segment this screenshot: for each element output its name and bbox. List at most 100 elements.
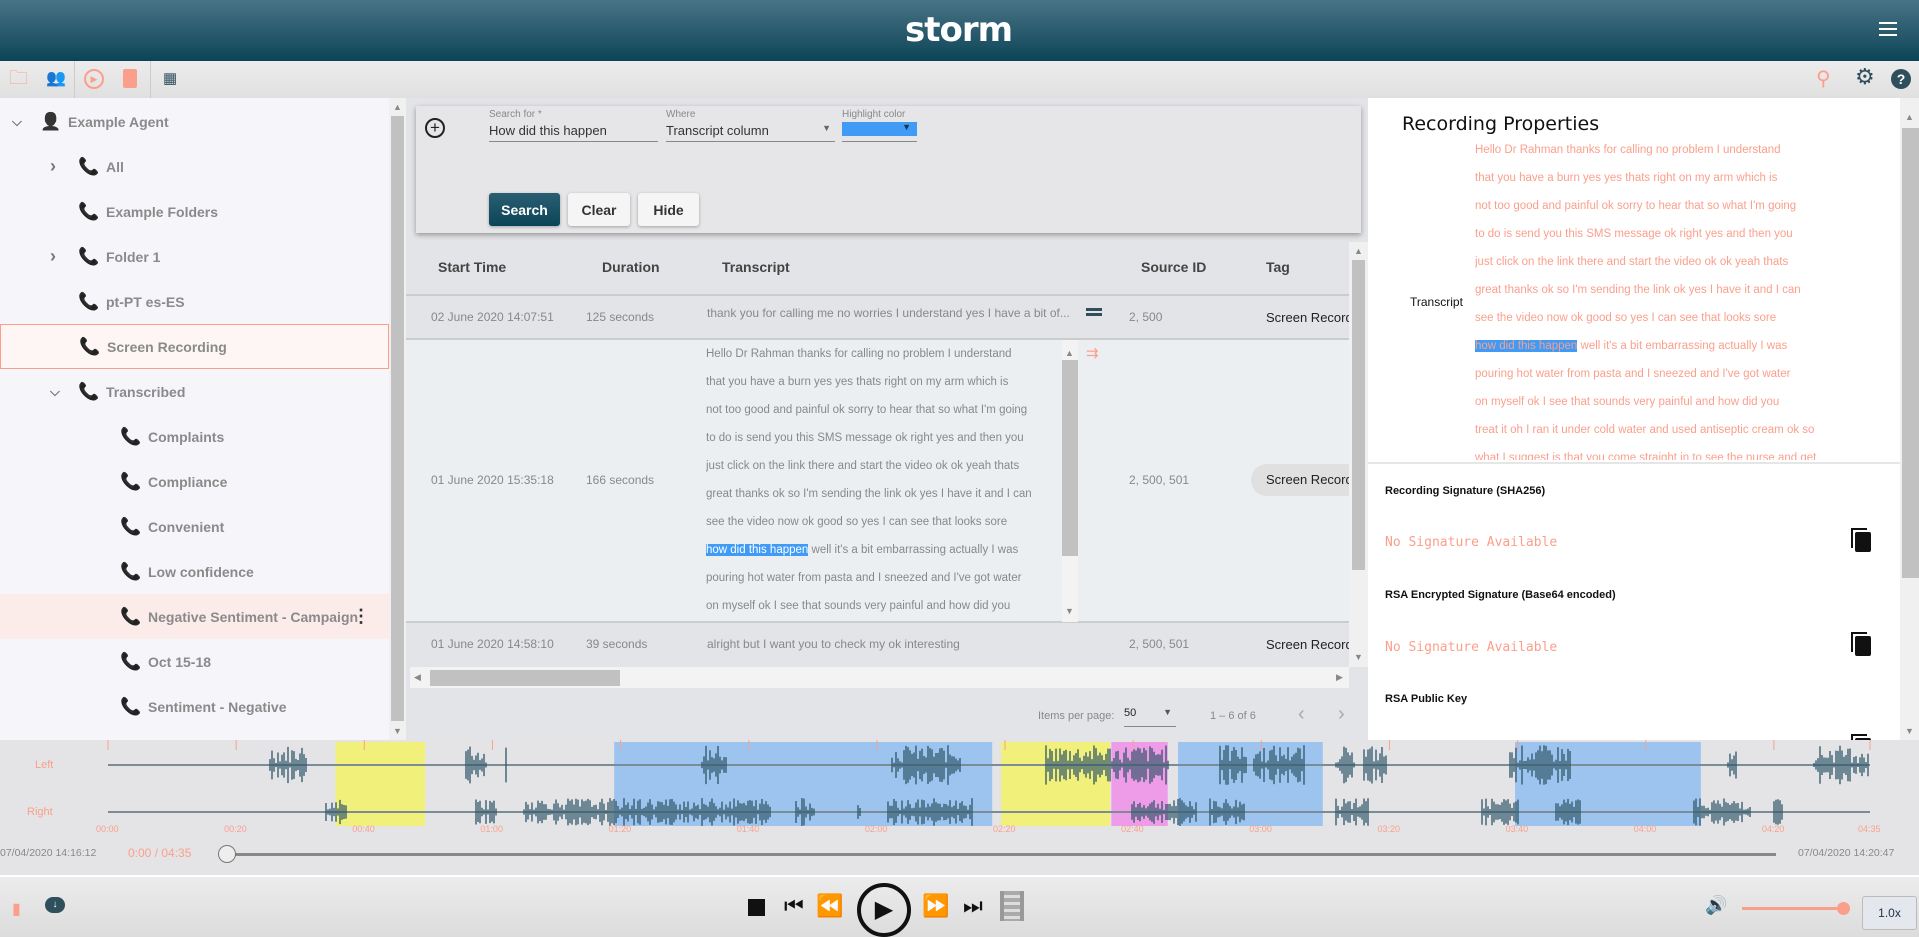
time-tick-label: 04:20 xyxy=(1761,824,1785,834)
document-icon[interactable] xyxy=(123,69,137,88)
duration: 39 seconds xyxy=(586,637,648,651)
sidebar-item[interactable]: ⌵ 👤 Example Agent xyxy=(0,99,389,144)
sidebar-item[interactable]: 📞 Compliance xyxy=(0,459,389,504)
search-for-input[interactable]: How did this happen xyxy=(489,120,658,142)
seek-handle[interactable] xyxy=(218,845,236,863)
sidebar-item[interactable]: 📞 pt-PT es-ES xyxy=(0,279,389,324)
seek-bar[interactable] xyxy=(226,853,1776,856)
properties-scrollbar[interactable]: ▲ ▼ xyxy=(1900,98,1919,740)
help-icon[interactable]: ? xyxy=(1891,69,1911,89)
hamburger-menu-icon[interactable] xyxy=(1879,22,1897,36)
volume-icon[interactable]: 🔊 xyxy=(1705,895,1727,916)
more-options-icon[interactable]: ⋮ xyxy=(352,606,370,627)
sidebar-item[interactable]: 📞 Oct 15-18 xyxy=(0,639,389,684)
transcript-line: on myself ok I see that sounds very pain… xyxy=(706,600,1011,612)
sidebar-item[interactable]: 📞 Negative Sentiment - Campaign ⋮ xyxy=(0,594,389,639)
sidebar-item-label: Example Agent xyxy=(68,113,169,130)
wrap-text-icon[interactable]: ⇉ xyxy=(1086,344,1099,362)
time-tick-label: 01:00 xyxy=(480,824,503,834)
prev-page-button[interactable]: ‹ xyxy=(1298,703,1305,726)
table-row[interactable]: 01 June 2020 14:58:10 39 seconds alright… xyxy=(406,623,1349,667)
chevron-down-icon[interactable]: ⌵ xyxy=(50,384,60,400)
search-button[interactable]: Search xyxy=(489,193,560,226)
playback-speed-button[interactable]: 1.0x xyxy=(1862,896,1917,930)
folder-icon[interactable]: 🗀 xyxy=(9,69,28,89)
right-channel-label: Right xyxy=(27,806,53,818)
header-source-id[interactable]: Source ID xyxy=(1141,259,1206,275)
copy-icon[interactable] xyxy=(1851,528,1871,552)
search-icon[interactable]: ⚲ xyxy=(1816,69,1831,89)
sidebar-item[interactable]: 📞 Screen Recording xyxy=(0,324,389,369)
volume-handle[interactable] xyxy=(1837,902,1850,915)
highlight-region[interactable] xyxy=(335,742,426,826)
stop-button[interactable] xyxy=(748,899,765,916)
fast-forward-button[interactable]: ⏩ xyxy=(922,893,949,919)
chevron-right-icon[interactable]: › xyxy=(50,156,56,177)
play-circle-icon[interactable]: ▶ xyxy=(84,69,104,89)
volume-slider[interactable] xyxy=(1742,907,1842,910)
expand-transcript-icon[interactable] xyxy=(1086,308,1102,316)
skip-previous-button[interactable]: ⏮ xyxy=(784,893,804,919)
where-select[interactable]: Transcript column ▼ xyxy=(666,120,835,142)
users-icon[interactable]: 👥 xyxy=(46,69,66,89)
time-tick-label: 04:35 xyxy=(1858,824,1881,834)
waveform-panel[interactable]: Left Right 00:00 00:20 00:40 01:00 01:20 01:4… xyxy=(0,740,1919,875)
phone-icon: 📞 xyxy=(120,651,142,671)
sidebar-item[interactable]: 📞 Complaints xyxy=(0,414,389,459)
highlight-region[interactable] xyxy=(1178,742,1323,826)
folder-tree: ⌵ 👤 Example Agent › 📞 All 📞 Example Folders › 📞 Fo… xyxy=(0,98,389,740)
search-match-highlight: how did this happen xyxy=(706,544,809,556)
hide-button[interactable]: Hide xyxy=(638,193,699,226)
phone-icon: 📞 xyxy=(120,471,142,491)
items-per-page-select[interactable]: 50 ▼ xyxy=(1124,707,1176,727)
clear-button[interactable]: Clear xyxy=(568,193,630,226)
bar-chart-icon[interactable]: ▮​ xyxy=(12,899,21,919)
recording-properties-panel: Recording Properties Transcript Hello Dr… xyxy=(1368,98,1900,740)
chevron-right-icon[interactable]: › xyxy=(50,246,56,267)
grid-icon[interactable]: ▦ xyxy=(163,69,177,89)
rewind-button[interactable]: ⏪ xyxy=(816,893,843,919)
time-tick-label: 03:40 xyxy=(1505,824,1529,834)
dropdown-arrow-icon: ▼ xyxy=(902,122,911,132)
play-button[interactable]: ▶ xyxy=(857,883,911,937)
gear-icon[interactable]: ⚙ xyxy=(1855,66,1875,88)
sidebar-item[interactable]: › 📞 All xyxy=(0,144,389,189)
header-duration[interactable]: Duration xyxy=(602,259,660,275)
skip-next-button[interactable]: ⏭ xyxy=(963,893,983,919)
time-tick-label: 03:20 xyxy=(1377,824,1400,834)
phone-icon: 📞 xyxy=(120,426,142,446)
sidebar-item[interactable]: › 📞 Folder 1 xyxy=(0,234,389,279)
chevron-down-icon[interactable]: ⌵ xyxy=(12,114,22,130)
phone-icon: 📞 xyxy=(120,606,142,626)
table-horizontal-scrollbar[interactable]: ◀ ▶ xyxy=(410,667,1349,688)
sidebar-item-label: Example Folders xyxy=(106,203,219,220)
copy-icon[interactable] xyxy=(1851,632,1871,656)
highlight-color-label: Highlight color xyxy=(842,109,906,120)
header-tag[interactable]: Tag xyxy=(1266,259,1290,275)
cloud-download-icon[interactable]: ↓ xyxy=(45,897,65,913)
transcript-label: Transcript xyxy=(1410,295,1463,309)
transcript-line: Hello Dr Rahman thanks for calling no pr… xyxy=(1475,144,1781,156)
transcript: thank you for calling me no worries I un… xyxy=(707,306,1070,320)
header-transcript[interactable]: Transcript xyxy=(722,259,790,275)
sidebar-item[interactable]: 📞 Sentiment - Negative xyxy=(0,684,389,729)
pagination-range: 1 – 6 of 6 xyxy=(1210,710,1256,722)
sidebar-item[interactable]: 📞 Convenient xyxy=(0,504,389,549)
add-filter-icon[interactable]: + xyxy=(425,118,445,138)
sidebar-item[interactable]: 📞 Example Folders xyxy=(0,189,389,234)
sidebar-item[interactable]: ⌵ 📞 Transcribed xyxy=(0,369,389,414)
video-icon[interactable] xyxy=(1000,891,1024,921)
sidebar-scrollbar[interactable]: ▲ ▼ xyxy=(389,98,406,740)
table-row-expanded[interactable]: 01 June 2020 15:35:18 166 seconds Hello … xyxy=(406,340,1349,623)
dropdown-arrow-icon: ▼ xyxy=(822,123,831,133)
next-page-button[interactable]: › xyxy=(1338,703,1345,726)
transcript-scrollbar[interactable]: ▲ ▼ xyxy=(1062,340,1078,622)
highlight-color-select[interactable]: ▼ xyxy=(842,120,917,142)
phone-icon: 📞 xyxy=(120,516,142,536)
table-row[interactable]: 02 June 2020 14:07:51 125 seconds thank … xyxy=(406,294,1349,340)
sidebar-item[interactable]: 📞 Low confidence xyxy=(0,549,389,594)
header-start-time[interactable]: Start Time xyxy=(438,259,506,275)
highlight-region[interactable] xyxy=(1515,742,1701,826)
tag-chip[interactable]: Screen Record xyxy=(1251,464,1349,496)
table-vertical-scrollbar[interactable]: ▲ ▼ xyxy=(1349,242,1368,667)
